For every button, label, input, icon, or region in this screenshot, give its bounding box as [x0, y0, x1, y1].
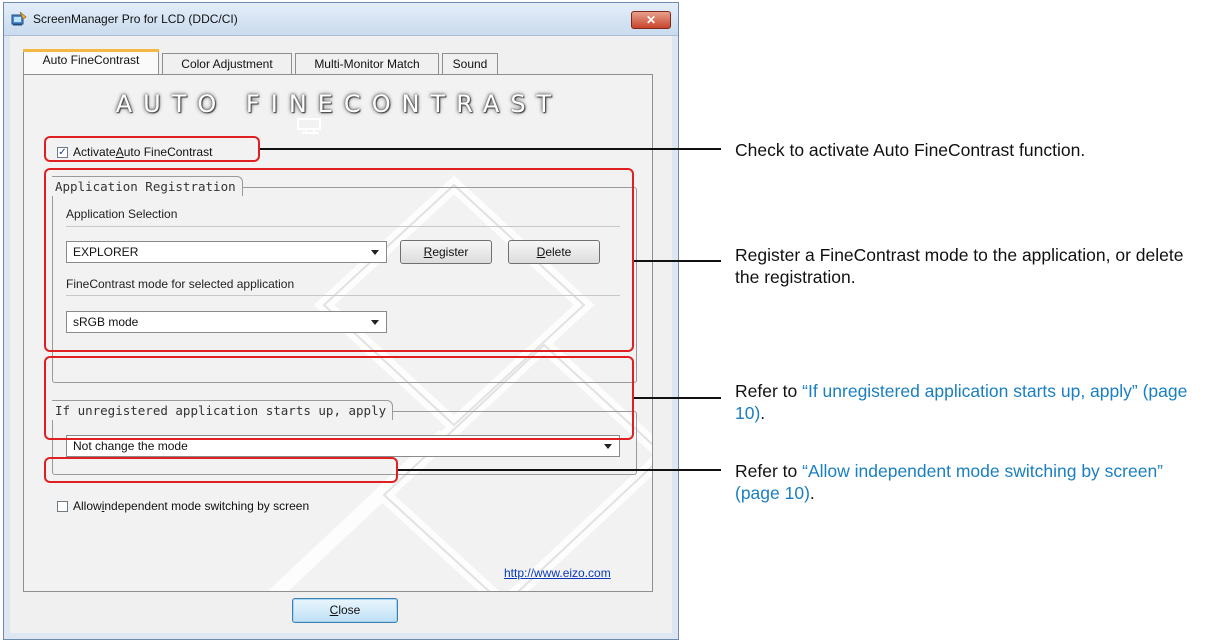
- tab-label: Color Adjustment: [181, 57, 273, 71]
- tab-auto-finecontrast[interactable]: Auto FineContrast: [23, 49, 159, 75]
- window-title: ScreenManager Pro for LCD (DDC/CI): [33, 12, 238, 26]
- window-close-button[interactable]: ✕: [631, 11, 671, 29]
- callout-independent: [44, 457, 398, 483]
- brand-emblem-icon: [297, 118, 321, 134]
- annotation-unregistered: Refer to “If unregistered application st…: [735, 380, 1220, 424]
- unregistered-mode-value: Not change the mode: [73, 439, 188, 453]
- annotation-text: Check to activate Auto FineContrast func…: [735, 140, 1086, 160]
- annotation-registration: Register a FineContrast mode to the appl…: [735, 244, 1205, 288]
- annotation-text: Refer to: [735, 381, 803, 401]
- annotation-text: Refer to: [735, 461, 803, 481]
- title-bar[interactable]: ScreenManager Pro for LCD (DDC/CI) ✕: [4, 3, 678, 36]
- annotation-text: .: [760, 403, 766, 423]
- checkbox-label-text: Allow: [73, 499, 102, 513]
- eizo-website-link[interactable]: http://www.eizo.com: [504, 566, 611, 580]
- callout-line: [260, 148, 721, 150]
- close-button[interactable]: Close: [292, 598, 398, 623]
- tab-label: Auto FineContrast: [42, 53, 140, 67]
- app-icon: [11, 11, 27, 26]
- checkbox-label-text: ndependent mode switching by screen: [104, 499, 310, 513]
- tab-sound[interactable]: Sound: [442, 53, 498, 74]
- tab-label: Multi-Monitor Match: [314, 57, 420, 71]
- checkbox-box[interactable]: [57, 500, 68, 512]
- callout-line: [634, 397, 721, 399]
- close-icon: ✕: [645, 13, 657, 27]
- brand-heading: AUTO FINECONTRAST: [115, 90, 563, 118]
- dropdown-arrow-icon: [604, 444, 612, 449]
- close-label: lose: [338, 603, 361, 617]
- callout-activate: [44, 136, 260, 162]
- annotation-text: Register a FineContrast mode to the appl…: [735, 245, 1184, 287]
- annotation-text: .: [809, 483, 815, 503]
- tab-color-adjustment[interactable]: Color Adjustment: [162, 53, 292, 74]
- callout-line: [634, 260, 721, 262]
- callout-unregistered: [44, 356, 634, 440]
- tab-label: Sound: [452, 57, 488, 71]
- annotation-independent: Refer to “Allow independent mode switchi…: [735, 460, 1205, 504]
- callout-line: [398, 469, 721, 471]
- annotation-activate: Check to activate Auto FineContrast func…: [735, 139, 1220, 161]
- independent-mode-switching-checkbox[interactable]: Allow i ndependent mode switching by scre…: [57, 499, 309, 513]
- callout-app-registration: [44, 168, 634, 352]
- page-reference-link[interactable]: “If unregistered application starts up, …: [735, 381, 1187, 423]
- tab-multi-monitor-match[interactable]: Multi-Monitor Match: [295, 53, 439, 74]
